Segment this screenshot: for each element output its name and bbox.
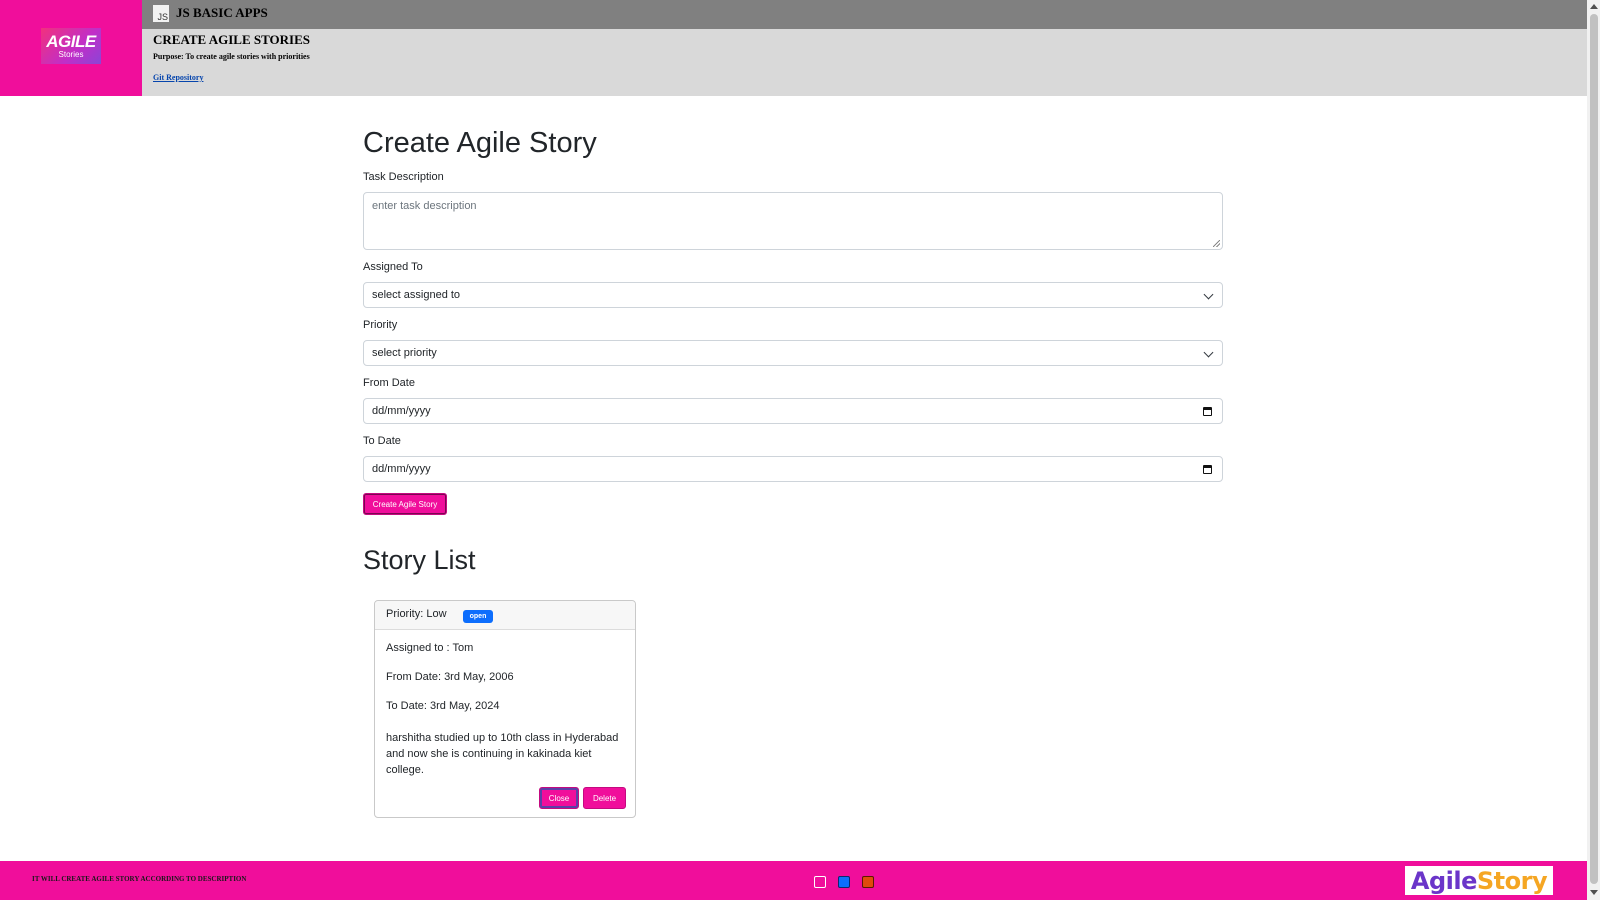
calendar-icon[interactable] <box>1203 465 1212 474</box>
logo-part-story: Story <box>1476 866 1548 895</box>
logo-panel: AGILE Stories <box>0 0 142 96</box>
scroll-up-icon[interactable] <box>1590 4 1598 9</box>
story-description: harshitha studied up to 10th class in Hy… <box>386 732 619 776</box>
story-card-header: Priority: Low open <box>375 601 635 630</box>
sub-header: CREATE AGILE STORIES Purpose: To create … <box>142 29 1587 96</box>
chevron-down-icon <box>1203 289 1214 300</box>
story-to-date: To Date: 3rd May, 2024 <box>386 700 500 712</box>
agile-story-logo: Agile Story <box>1405 866 1553 895</box>
theme-orange-swatch[interactable] <box>862 876 874 888</box>
status-badge: open <box>463 610 493 623</box>
form-title: Create Agile Story <box>363 127 597 159</box>
task-description-label: Task Description <box>363 171 444 183</box>
story-from-date: From Date: 3rd May, 2006 <box>386 671 514 683</box>
priority-value: select priority <box>372 347 437 359</box>
logo-part-agile: Agile <box>1410 866 1477 895</box>
task-description-textarea[interactable]: enter task description <box>363 192 1223 250</box>
assigned-to-value: select assigned to <box>372 289 461 301</box>
footer: IT WILL CREATE AGILE STORY ACCORDING TO … <box>0 861 1587 900</box>
story-assigned-to: Assigned to : Tom <box>386 642 474 654</box>
app-title: JS BASIC APPS <box>176 5 268 20</box>
top-bar: JS JS BASIC APPS <box>142 0 1587 29</box>
from-date-value: dd/mm/yyyy <box>372 405 431 417</box>
chevron-down-icon <box>1203 347 1214 358</box>
theme-pink-swatch[interactable] <box>814 876 826 888</box>
git-repository-link[interactable]: Git Repository <box>153 73 203 82</box>
resize-handle-icon[interactable] <box>1213 240 1220 247</box>
priority-select[interactable]: select priority <box>363 340 1223 366</box>
page-heading: CREATE AGILE STORIES <box>153 32 311 47</box>
story-list-title: Story List <box>363 545 476 575</box>
from-date-label: From Date <box>363 377 415 389</box>
agile-stories-logo: AGILE Stories <box>41 28 101 64</box>
js-icon: JS <box>153 5 169 22</box>
page-scrollbar[interactable] <box>1587 0 1600 900</box>
to-date-value: dd/mm/yyyy <box>372 463 431 475</box>
create-agile-story-button[interactable]: Create Agile Story <box>363 493 447 515</box>
to-date-input[interactable]: dd/mm/yyyy <box>363 456 1223 482</box>
close-story-button[interactable]: Close <box>539 787 579 809</box>
calendar-icon[interactable] <box>1203 407 1212 416</box>
priority-label: Priority <box>363 319 398 331</box>
task-description-placeholder: enter task description <box>372 200 477 212</box>
footer-text: IT WILL CREATE AGILE STORY ACCORDING TO … <box>32 875 247 883</box>
from-date-input[interactable]: dd/mm/yyyy <box>363 398 1223 424</box>
assigned-to-select[interactable]: select assigned to <box>363 282 1223 308</box>
logo-text: AGILE <box>46 31 96 51</box>
scroll-down-icon[interactable] <box>1590 890 1598 895</box>
to-date-label: To Date <box>363 435 401 447</box>
assigned-to-label: Assigned To <box>363 261 423 273</box>
delete-story-button[interactable]: Delete <box>583 787 626 809</box>
theme-blue-swatch[interactable] <box>838 876 850 888</box>
purpose-text: Purpose: To create agile stories with pr… <box>153 52 310 61</box>
scrollbar-thumb[interactable] <box>1590 14 1598 884</box>
logo-subtext: Stories <box>58 49 84 59</box>
story-card: Priority: Low open Assigned to : Tom Fro… <box>374 600 636 818</box>
story-priority: Priority: Low <box>386 608 447 620</box>
